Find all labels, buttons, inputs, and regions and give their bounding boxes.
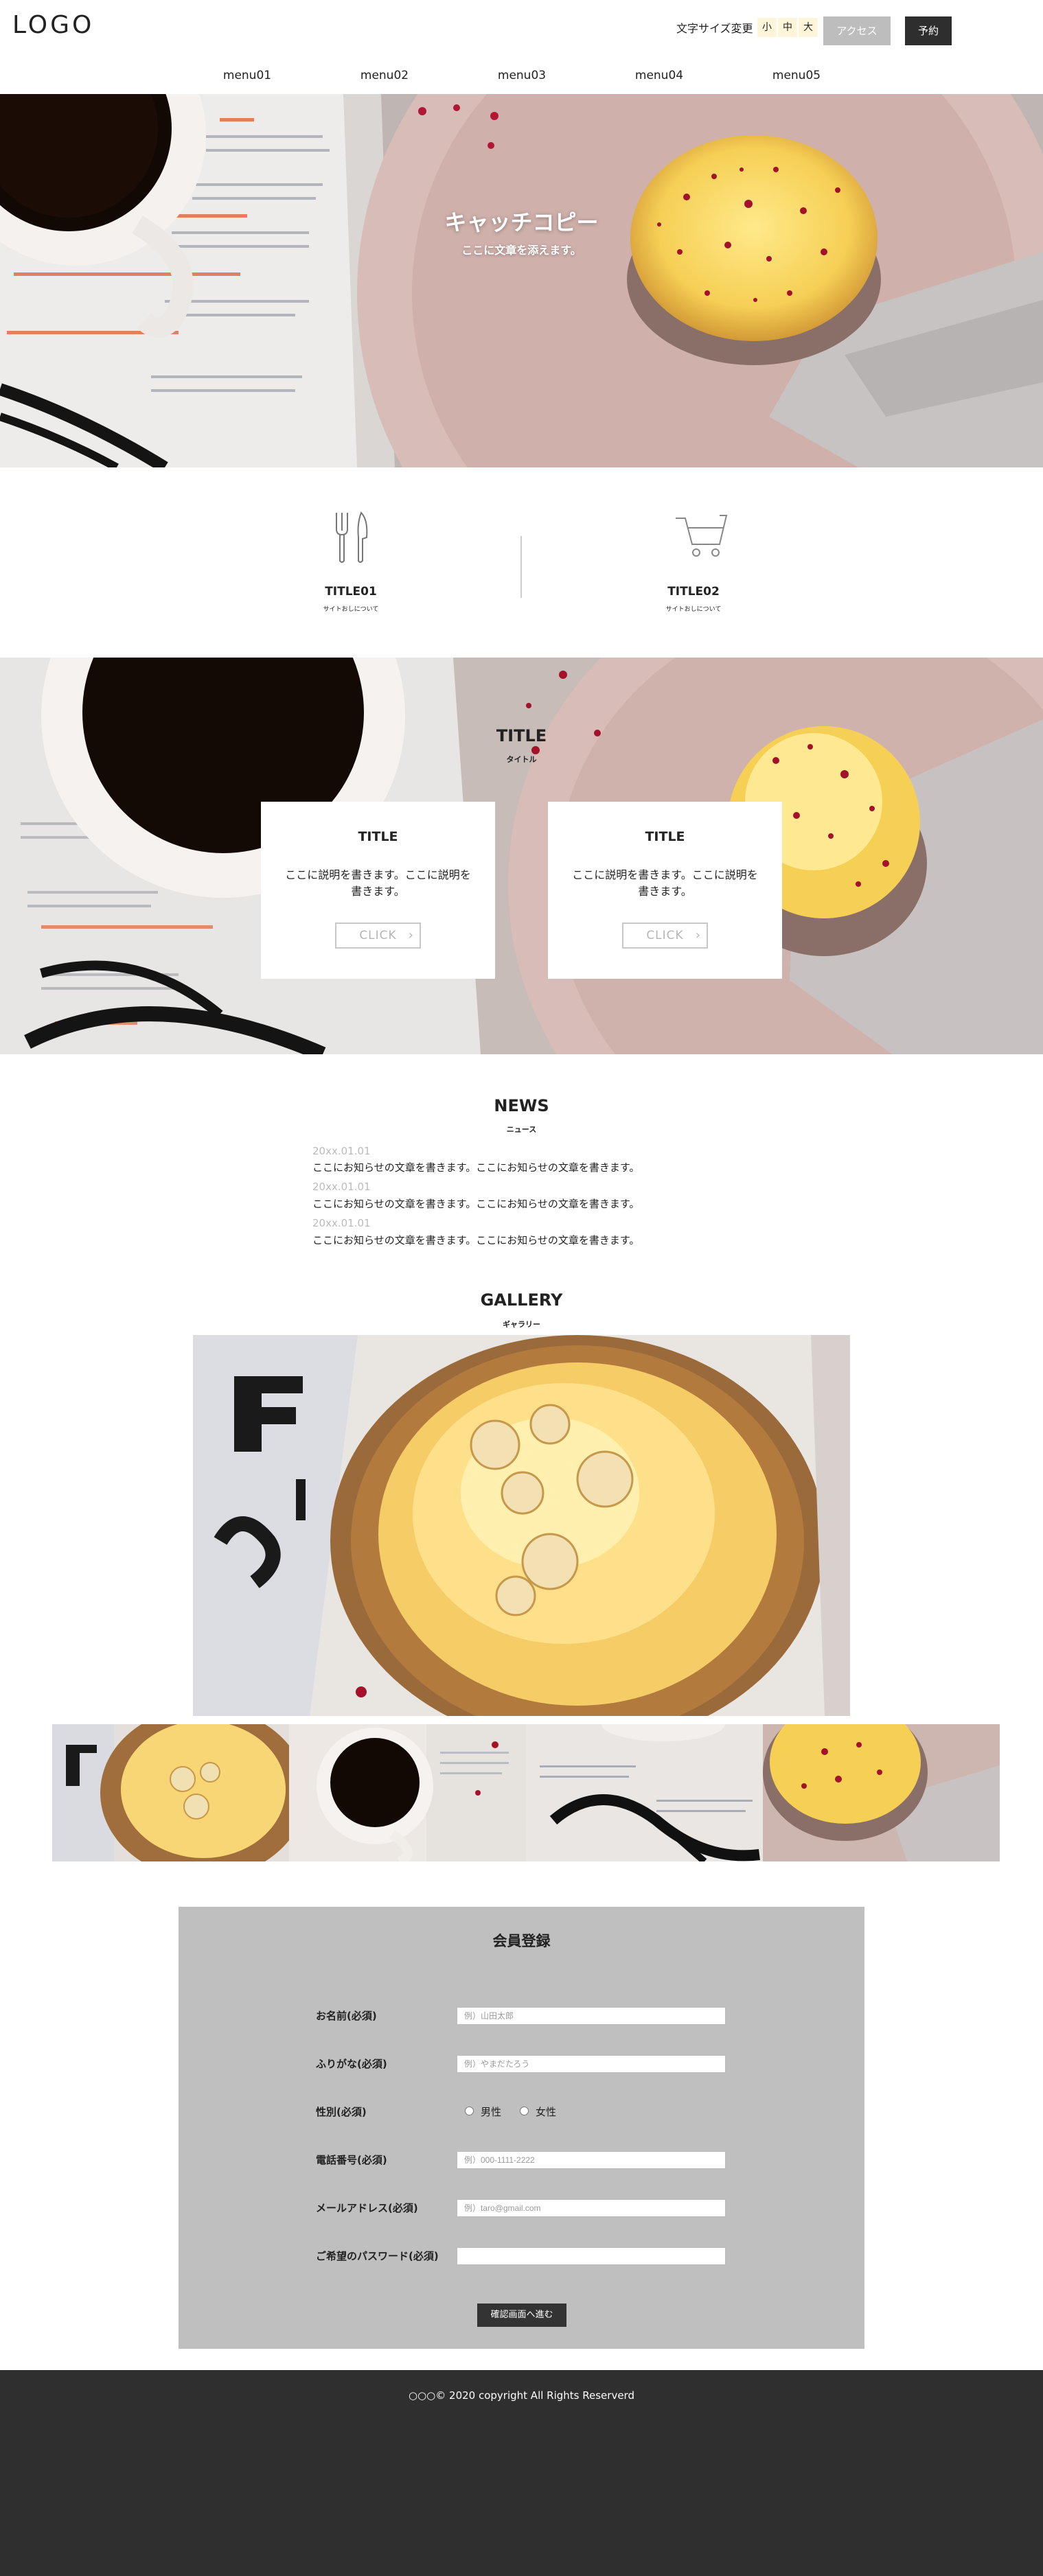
phone-input[interactable] bbox=[457, 2151, 726, 2169]
news-text[interactable]: ここにお知らせの文章を書きます。ここにお知らせの文章を書きます。 bbox=[312, 1160, 639, 1174]
name-label: お名前(必須) bbox=[316, 2010, 377, 2022]
feature-sub-2: サイトおしについて bbox=[665, 606, 722, 613]
chevron-right-icon: › bbox=[408, 928, 414, 942]
reserve-button[interactable]: 予約 bbox=[905, 16, 952, 45]
news-sub: ニュース bbox=[506, 1125, 537, 1134]
news-date: 20xx.01.01 bbox=[312, 1181, 371, 1193]
title-section-background bbox=[0, 658, 1043, 1054]
email-input[interactable] bbox=[457, 2199, 726, 2217]
gallery-sub: ギャラリー bbox=[503, 1320, 540, 1329]
chevron-right-icon: › bbox=[695, 928, 701, 942]
furigana-label: ふりがな(必須) bbox=[316, 2058, 387, 2070]
gallery-thumb-4[interactable] bbox=[763, 1724, 1000, 1861]
hero-sub-copy: ここに文章を添えます。 bbox=[461, 244, 582, 257]
gallery-thumb-3[interactable] bbox=[526, 1724, 763, 1861]
password-input[interactable] bbox=[457, 2247, 726, 2265]
card-title: TITLE bbox=[358, 829, 398, 844]
email-label: メールアドレス(必須) bbox=[316, 2202, 418, 2214]
nav-menu03[interactable]: menu03 bbox=[481, 69, 563, 82]
font-size-label: 文字サイズ変更 bbox=[676, 22, 753, 35]
hero-section: キャッチコピー ここに文章を添えます。 bbox=[0, 94, 1043, 467]
hero-catch-copy: キャッチコピー bbox=[444, 209, 599, 235]
font-size-large-button[interactable]: 大 bbox=[799, 18, 818, 37]
news-text[interactable]: ここにお知らせの文章を書きます。ここにお知らせの文章を書きます。 bbox=[312, 1233, 639, 1247]
registration-form: 会員登録 お名前(必須) ふりがな(必須) 性別(必須) 男性 女性 電話番号(… bbox=[179, 1907, 864, 2349]
site-header: LOGO 文字サイズ変更 小 中 大 アクセス 予約 menu01 menu02… bbox=[0, 0, 1043, 94]
font-size-medium-button[interactable]: 中 bbox=[778, 18, 797, 37]
card-1: TITLE ここに説明を書きます。ここに説明を書きます。 CLICK › bbox=[261, 802, 495, 979]
furigana-input[interactable] bbox=[457, 2055, 726, 2073]
hero-image bbox=[0, 94, 1043, 467]
gender-label: 性別(必須) bbox=[316, 2106, 367, 2118]
card-title: TITLE bbox=[645, 829, 685, 844]
password-label: ご希望のパスワード(必須) bbox=[316, 2250, 439, 2262]
nav-menu02[interactable]: menu02 bbox=[343, 69, 426, 82]
gender-female-radio[interactable] bbox=[520, 2107, 529, 2115]
gallery-main-image bbox=[193, 1335, 850, 1716]
card-click-button[interactable]: CLICK › bbox=[335, 923, 421, 949]
gender-male-label: 男性 bbox=[481, 2106, 502, 2118]
card-2: TITLE ここに説明を書きます。ここに説明を書きます。 CLICK › bbox=[548, 802, 782, 979]
title-section-sub: タイトル bbox=[506, 755, 537, 764]
card-text: ここに説明を書きます。ここに説明を書きます。 bbox=[285, 868, 471, 898]
feature-title-2: TITLE02 bbox=[667, 585, 720, 599]
card-click-button[interactable]: CLICK › bbox=[622, 923, 708, 949]
feature-divider bbox=[520, 536, 522, 598]
card-click-label: CLICK bbox=[646, 929, 684, 942]
news-heading: NEWS bbox=[494, 1096, 549, 1115]
news-date: 20xx.01.01 bbox=[312, 1145, 371, 1157]
gallery-thumb-2[interactable] bbox=[289, 1724, 526, 1861]
gallery-heading: GALLERY bbox=[480, 1290, 563, 1310]
submit-button[interactable]: 確認画面へ進む bbox=[477, 2304, 566, 2327]
form-title: 会員登録 bbox=[492, 1933, 551, 1949]
card-text: ここに説明を書きます。ここに説明を書きます。 bbox=[572, 868, 758, 898]
feature-title-1: TITLE01 bbox=[325, 585, 377, 599]
copyright: ○○○© 2020 copyright All Rights Reserverd bbox=[409, 2389, 634, 2402]
site-footer: ○○○© 2020 copyright All Rights Reserverd bbox=[0, 2370, 1043, 2576]
fork-knife-icon[interactable] bbox=[331, 510, 372, 568]
gallery-thumb-1[interactable] bbox=[52, 1724, 289, 1861]
feature-sub-1: サイトおしについて bbox=[323, 606, 379, 613]
shopping-cart-icon[interactable] bbox=[674, 511, 729, 562]
name-input[interactable] bbox=[457, 2007, 726, 2025]
nav-menu01[interactable]: menu01 bbox=[206, 69, 288, 82]
gender-male-radio[interactable] bbox=[465, 2107, 474, 2115]
logo[interactable]: LOGO bbox=[12, 11, 94, 39]
font-size-small-button[interactable]: 小 bbox=[757, 18, 777, 37]
gender-female-label: 女性 bbox=[536, 2106, 557, 2118]
title-section-heading: TITLE bbox=[496, 726, 547, 745]
card-click-label: CLICK bbox=[359, 929, 397, 942]
nav-menu04[interactable]: menu04 bbox=[618, 69, 700, 82]
page: LOGO 文字サイズ変更 小 中 大 アクセス 予約 menu01 menu02… bbox=[0, 0, 1043, 2576]
nav-menu05[interactable]: menu05 bbox=[755, 69, 838, 82]
title-section: TITLE タイトル TITLE ここに説明を書きます。ここに説明を書きます。 … bbox=[0, 658, 1043, 1054]
news-text[interactable]: ここにお知らせの文章を書きます。ここにお知らせの文章を書きます。 bbox=[312, 1196, 639, 1211]
news-date: 20xx.01.01 bbox=[312, 1217, 371, 1229]
phone-label: 電話番号(必須) bbox=[316, 2154, 387, 2166]
access-button[interactable]: アクセス bbox=[823, 16, 891, 45]
